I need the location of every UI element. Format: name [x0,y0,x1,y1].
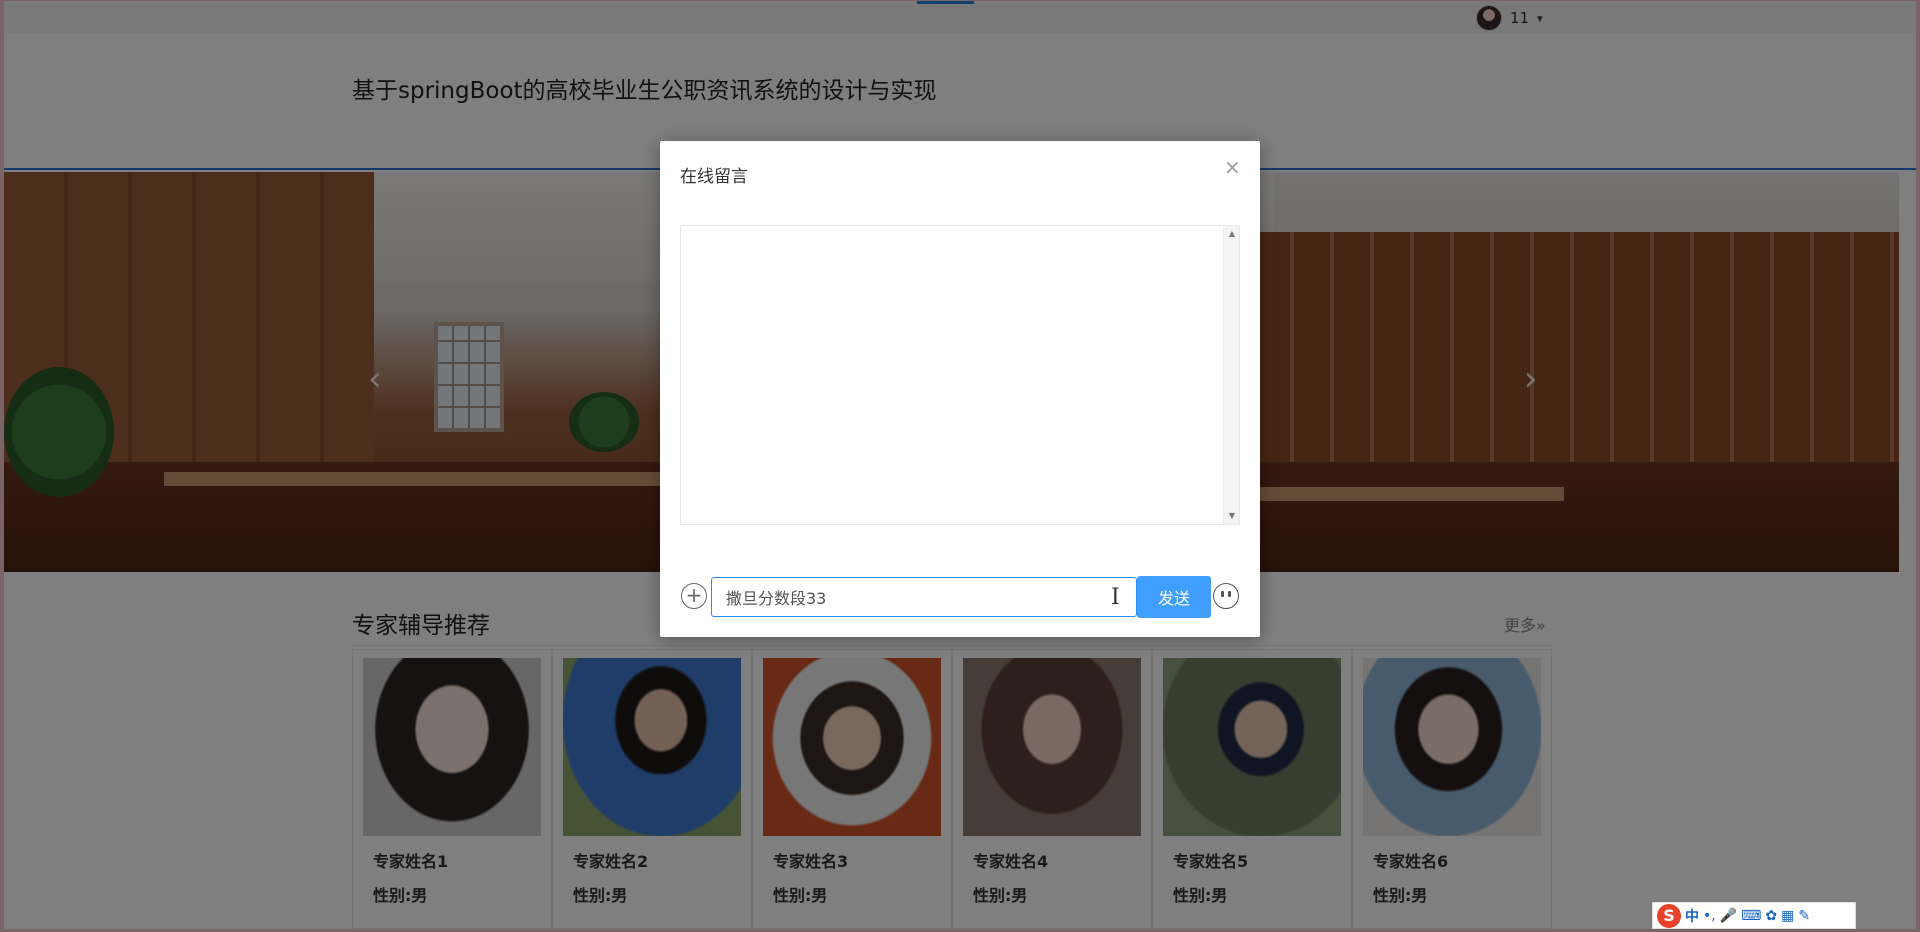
add-attachment-button[interactable]: + [681,583,707,609]
message-history-area[interactable]: ▲ ▼ [680,225,1240,525]
toolbox-grid-icon[interactable]: ▦ [1781,908,1794,924]
ime-language-toggle[interactable]: 中 [1685,906,1699,926]
skin-icon[interactable]: ✿ [1765,908,1777,924]
emoji-icon[interactable] [1213,583,1239,609]
microphone-icon[interactable]: 🎤 [1720,908,1737,924]
emoji-eye [1228,591,1231,597]
emoji-eye [1221,591,1224,597]
ime-punctuation-icon[interactable]: •, [1703,908,1716,924]
text-cursor-icon: I [1111,585,1120,610]
message-input[interactable] [711,577,1137,617]
sogou-logo-icon[interactable]: S [1657,903,1681,928]
ime-tool-icon[interactable]: ✎ [1798,908,1810,924]
scroll-up-arrow-icon[interactable]: ▲ [1224,226,1240,242]
message-scrollbar[interactable]: ▲ ▼ [1223,226,1239,524]
online-message-dialog: 在线留言 × ▲ ▼ + I 发送 [660,141,1260,637]
scroll-down-arrow-icon[interactable]: ▼ [1224,508,1240,524]
close-icon[interactable]: × [1224,157,1241,177]
dialog-title: 在线留言 [680,167,748,187]
ime-toolbar: S 中 •, 🎤 ⌨ ✿ ▦ ✎ [1652,902,1856,929]
keyboard-icon[interactable]: ⌨ [1741,908,1761,924]
send-button[interactable]: 发送 [1137,576,1211,618]
